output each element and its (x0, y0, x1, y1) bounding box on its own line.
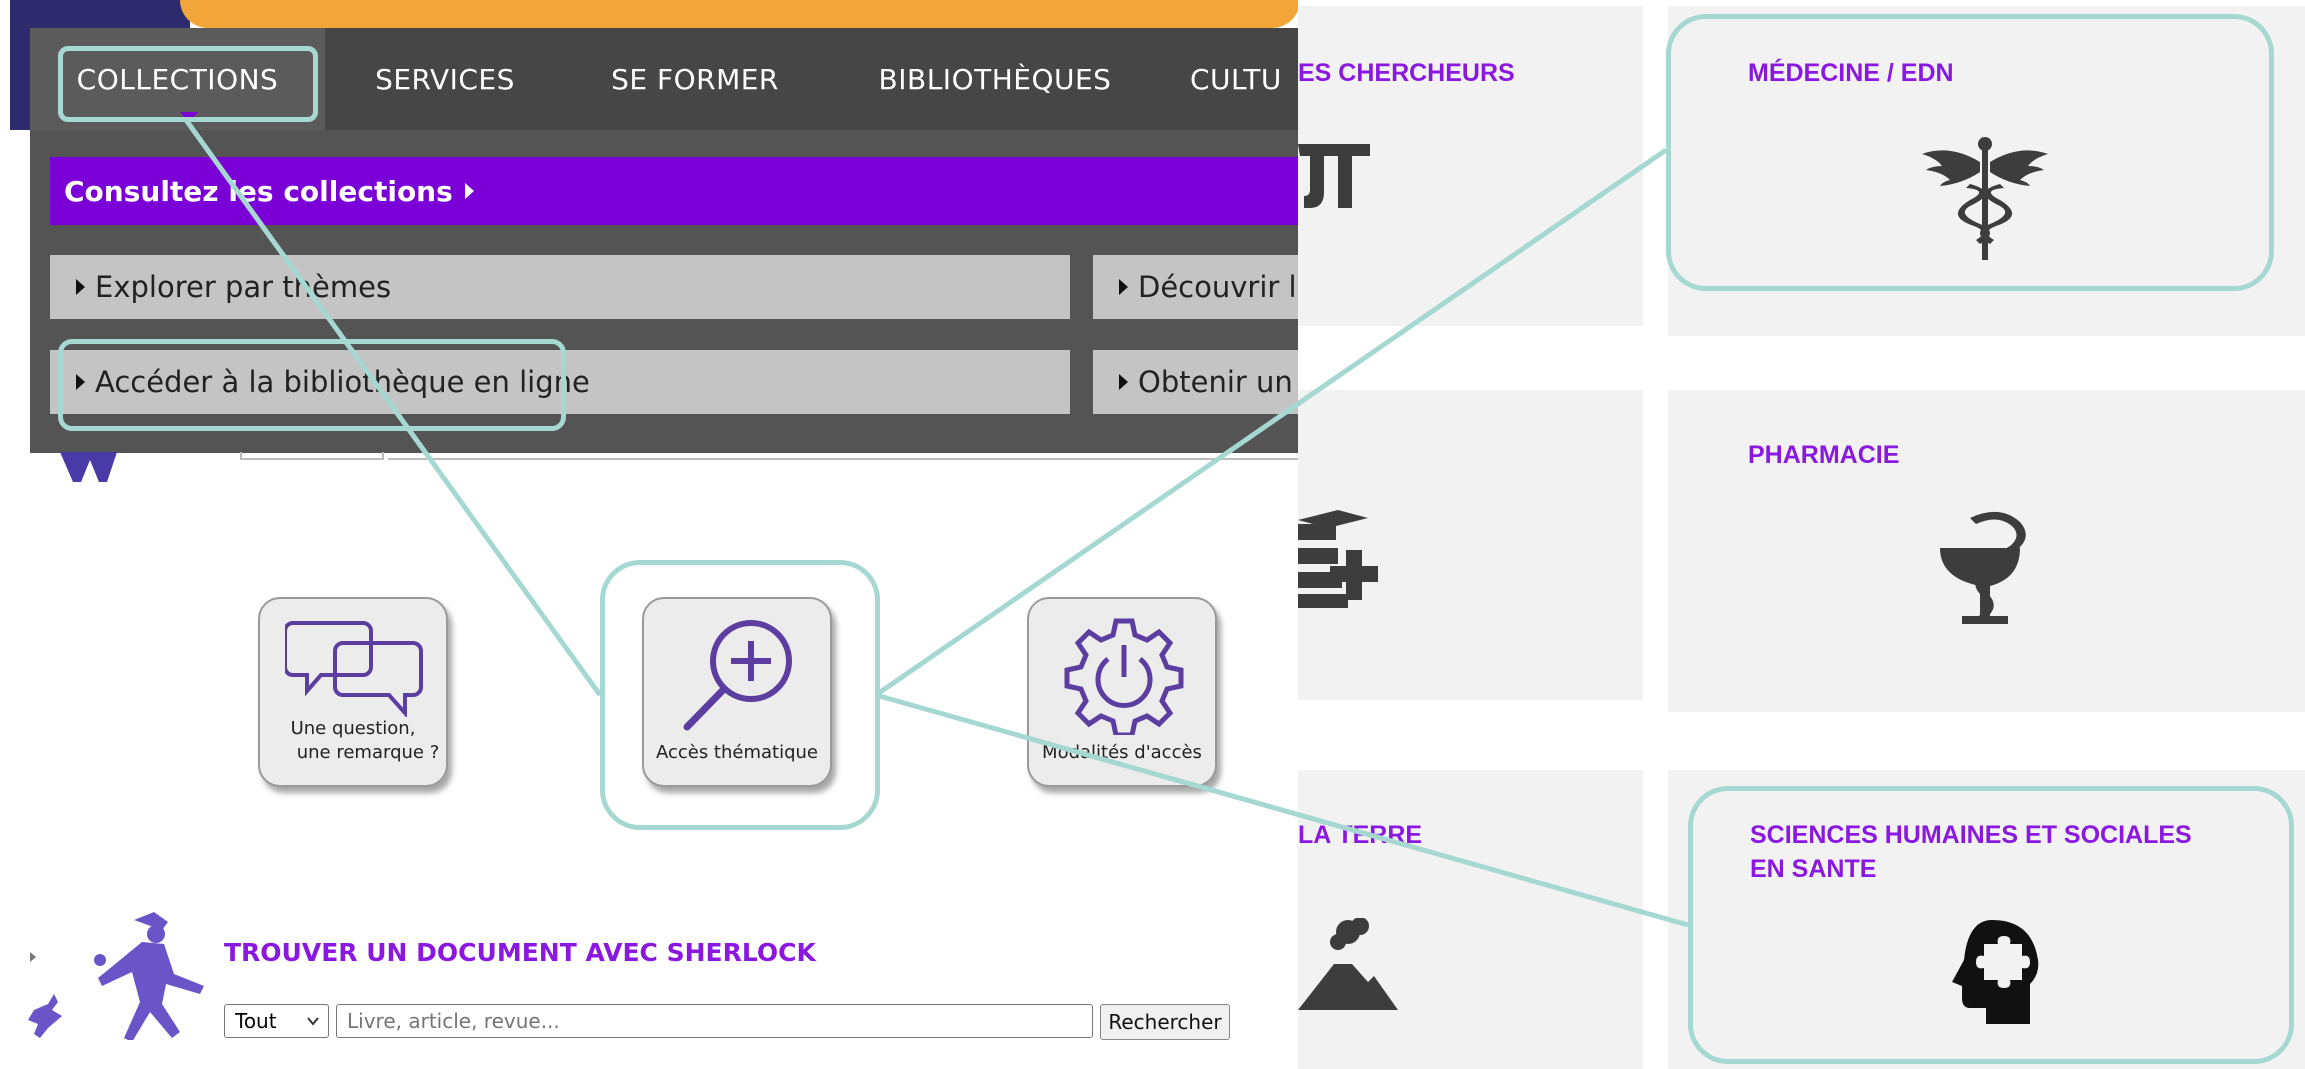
callout-connector-lines (183, 118, 1689, 928)
